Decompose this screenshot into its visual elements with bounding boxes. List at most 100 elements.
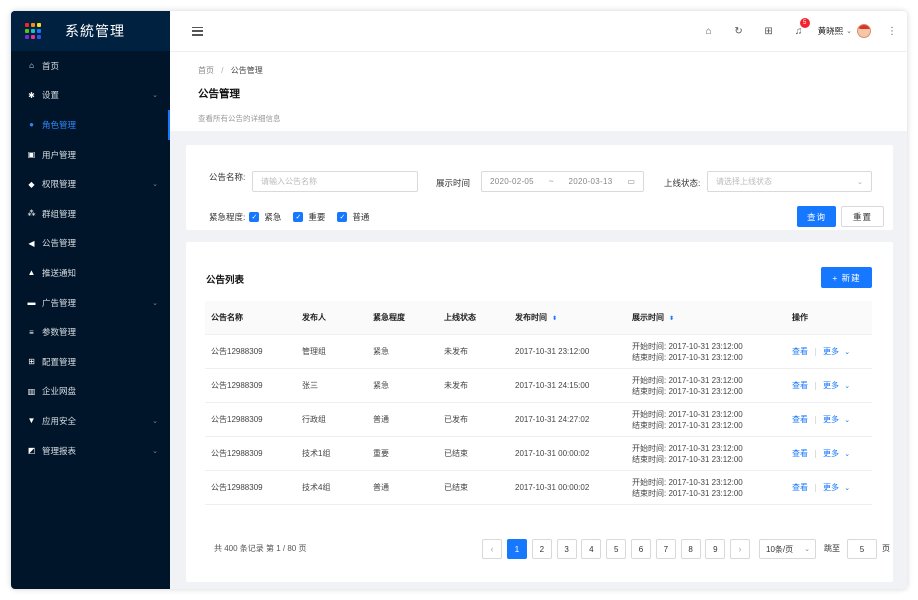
breadcrumb: 首页 / 公告管理 bbox=[198, 65, 907, 76]
prev-page-button[interactable]: ‹ bbox=[482, 539, 502, 559]
announcement-list-panel: 公告列表 + 新建 公告名称 发布人 紧急程度 上线状态 发布时间 ⬍ 展示时间 ⬍… bbox=[186, 242, 893, 582]
column-header-publish-time[interactable]: 发布时间 ⬍ bbox=[515, 312, 557, 323]
cell-urgency: 紧急 bbox=[373, 347, 389, 356]
sidebar-item-6[interactable]: ◀ 公告管理 bbox=[11, 229, 170, 259]
table-row: 公告12988309 张三 紧急 未发布 2017-10-31 24:15:00 开始时间… bbox=[205, 369, 872, 403]
cell-display-time: 开始时间: 2017-10-31 23:12:00 结束时间: 2017-10-3… bbox=[632, 375, 743, 397]
column-header-status: 上线状态 bbox=[444, 313, 476, 322]
sidebar-item-label: 应用安全 bbox=[42, 415, 77, 426]
page-button-2[interactable]: 2 bbox=[531, 539, 552, 559]
cell-publish-time: 2017-10-31 24:15:00 bbox=[515, 381, 590, 390]
view-link[interactable]: 查看 bbox=[792, 449, 808, 458]
sidebar-item-3[interactable]: ▣ 用户管理 bbox=[11, 140, 170, 170]
menu-toggle-icon[interactable] bbox=[192, 26, 203, 36]
more-link[interactable]: 更多 ⌄ bbox=[823, 449, 850, 458]
urgency-checkbox-urgent[interactable]: ✓ 紧急 bbox=[249, 211, 281, 223]
date-range-picker[interactable]: 2020-02-05 ~ 2020-03-13 ▭ bbox=[481, 171, 644, 192]
sidebar-item-label: 参数管理 bbox=[42, 327, 77, 338]
reset-button[interactable]: 重置 bbox=[841, 206, 884, 227]
sidebar-item-label: 公告管理 bbox=[42, 238, 77, 249]
urgency-checkbox-normal[interactable]: ✓ 普通 bbox=[337, 211, 369, 223]
sidebar-item-8[interactable]: ▬ 广告管理 ⌄ bbox=[11, 288, 170, 318]
chevron-down-icon[interactable]: ⌄ bbox=[846, 27, 852, 35]
sidebar-item-5[interactable]: ⁂ 群组管理 bbox=[11, 199, 170, 229]
list-icon: ≡ bbox=[29, 327, 34, 337]
page-button-1[interactable]: 1 bbox=[507, 539, 527, 559]
sidebar-item-9[interactable]: ≡ 参数管理 bbox=[11, 317, 170, 347]
sidebar-item-10[interactable]: ⊞ 配置管理 bbox=[11, 347, 170, 377]
cell-name: 公告12988309 bbox=[211, 415, 263, 424]
page-button-7[interactable]: 7 bbox=[655, 539, 676, 559]
page-button-6[interactable]: 6 bbox=[631, 539, 651, 559]
view-link[interactable]: 查看 bbox=[792, 347, 808, 356]
start-time: 2017-10-31 23:12:00 bbox=[668, 375, 743, 385]
sidebar-item-7[interactable]: ▲ 推送通知 bbox=[11, 258, 170, 288]
urgency-checkbox-important[interactable]: ✓ 重要 bbox=[293, 211, 325, 223]
start-time-prefix: 开始时间: bbox=[632, 477, 667, 487]
view-link[interactable]: 查看 bbox=[792, 483, 808, 492]
cell-status: 已结束 bbox=[444, 483, 468, 492]
page-button-5[interactable]: 5 bbox=[606, 539, 627, 559]
top-header: ⌂ ↻ ⊞ ♫ 5 黄晓熙 ⌄ ⋮ bbox=[170, 11, 907, 51]
sidebar-item-1[interactable]: ✱ 设置 ⌄ bbox=[11, 81, 170, 111]
cell-publisher: 张三 bbox=[302, 381, 318, 390]
status-select-placeholder: 请选择上线状态 bbox=[716, 177, 772, 186]
cell-display-time: 开始时间: 2017-10-31 23:12:00 结束时间: 2017-10-3… bbox=[632, 409, 743, 431]
more-link[interactable]: 更多 ⌄ bbox=[823, 483, 850, 492]
chevron-down-icon: ⌄ bbox=[152, 181, 158, 189]
page-button-4[interactable]: 4 bbox=[581, 539, 602, 559]
new-announcement-button[interactable]: + 新建 bbox=[821, 267, 872, 288]
sidebar-item-label: 权限管理 bbox=[42, 179, 77, 190]
sort-icon[interactable]: ⬍ bbox=[669, 316, 674, 322]
lock-icon: ▼ bbox=[27, 416, 36, 426]
search-button[interactable]: 查询 bbox=[797, 206, 836, 227]
sidebar-item-13[interactable]: ◩ 管理报表 ⌄ bbox=[11, 436, 170, 466]
bell-icon[interactable]: ♫ 5 bbox=[784, 17, 814, 37]
cell-publisher: 管理组 bbox=[302, 347, 326, 356]
username[interactable]: 黄晓熙 bbox=[818, 25, 844, 37]
more-link[interactable]: 更多 ⌄ bbox=[823, 415, 850, 424]
chevron-down-icon: ⌄ bbox=[844, 383, 851, 390]
end-time: 2017-10-31 23:12:00 bbox=[668, 488, 743, 498]
breadcrumb-home[interactable]: 首页 bbox=[198, 66, 214, 75]
end-time-prefix: 结束时间: bbox=[632, 488, 667, 498]
action-divider bbox=[815, 381, 816, 390]
announcement-table: 公告名称 发布人 紧急程度 上线状态 发布时间 ⬍ 展示时间 ⬍ 操作 公告1298… bbox=[205, 301, 872, 505]
avatar[interactable] bbox=[857, 24, 871, 38]
more-vertical-icon[interactable]: ⋮ bbox=[887, 26, 897, 37]
more-link[interactable]: 更多 ⌄ bbox=[823, 347, 850, 356]
jump-page-input[interactable]: 5 bbox=[847, 539, 877, 559]
page-button-8[interactable]: 8 bbox=[680, 539, 701, 559]
end-time-prefix: 结束时间: bbox=[632, 352, 667, 362]
column-header-display-time[interactable]: 展示时间 ⬍ bbox=[632, 312, 674, 323]
sidebar-item-11[interactable]: ▥ 企业网盘 bbox=[11, 377, 170, 407]
sidebar-item-0[interactable]: ⌂ 首页 bbox=[11, 51, 170, 81]
view-link[interactable]: 查看 bbox=[792, 381, 808, 390]
check-icon: ✓ bbox=[337, 212, 348, 222]
sidebar-item-12[interactable]: ▼ 应用安全 ⌄ bbox=[11, 406, 170, 436]
next-page-button[interactable]: › bbox=[730, 539, 750, 559]
chevron-down-icon: ⌄ bbox=[844, 451, 851, 458]
page-button-3[interactable]: 3 bbox=[556, 539, 577, 559]
chevron-down-icon: ⌄ bbox=[857, 178, 863, 186]
more-link[interactable]: 更多 ⌄ bbox=[823, 381, 850, 390]
sidebar-item-4[interactable]: ◆ 权限管理 ⌄ bbox=[11, 169, 170, 199]
home-icon[interactable]: ⌂ bbox=[694, 26, 724, 37]
chevron-down-icon: ⌄ bbox=[152, 299, 158, 307]
view-link[interactable]: 查看 bbox=[792, 415, 808, 424]
id-card-icon: ▣ bbox=[27, 150, 36, 160]
chevron-down-icon: ⌄ bbox=[152, 417, 158, 425]
header-actions: ⌂ ↻ ⊞ ♫ 5 黄晓熙 ⌄ ⋮ bbox=[694, 11, 897, 51]
page-button-9[interactable]: 9 bbox=[705, 539, 726, 559]
refresh-icon[interactable]: ↻ bbox=[724, 26, 754, 37]
sort-icon[interactable]: ⬍ bbox=[552, 316, 557, 322]
page-size-select[interactable]: 10条/页 ⌄ bbox=[759, 539, 816, 559]
sidebar-item-2[interactable]: ● 角色管理 bbox=[11, 110, 170, 140]
status-filter-label: 上线状态: bbox=[664, 178, 701, 188]
page-suffix: 页 bbox=[882, 544, 890, 553]
status-select[interactable]: 请选择上线状态 ⌄ bbox=[707, 171, 872, 192]
name-filter-input[interactable]: 请输入公告名称 bbox=[252, 171, 418, 192]
end-time: 2017-10-31 23:12:00 bbox=[668, 386, 743, 396]
cell-status: 未发布 bbox=[444, 347, 468, 356]
apps-grid-icon[interactable]: ⊞ bbox=[754, 26, 784, 37]
